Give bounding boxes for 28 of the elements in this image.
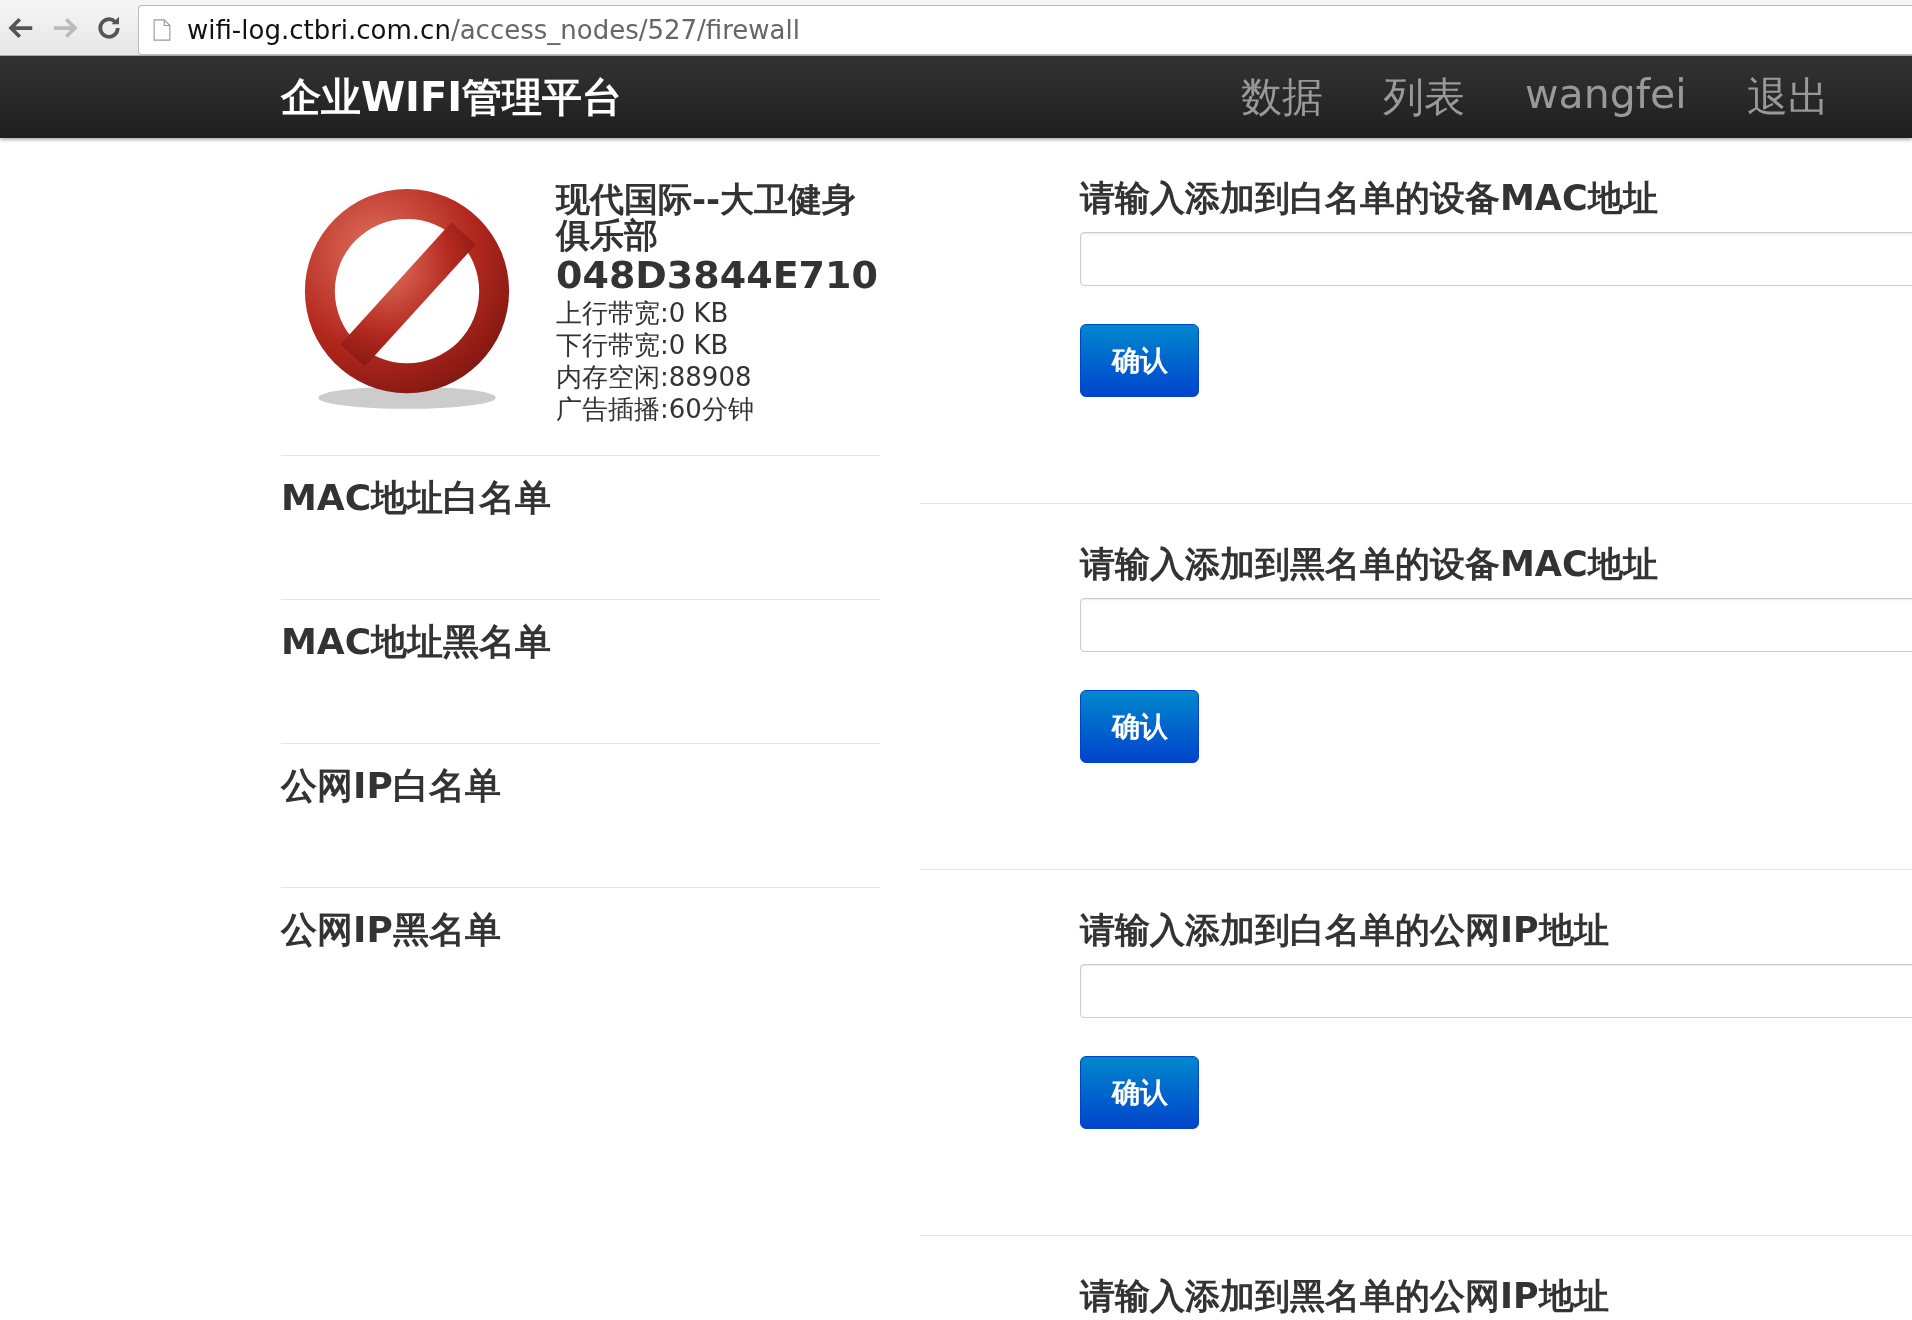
address-bar[interactable]: wifi-log.ctbri.com.cn/access_nodes/527/firewall [138, 4, 1912, 55]
field-label: 请输入添加到白名单的公网IP地址 [1080, 909, 1609, 952]
field-label: 请输入添加到黑名单的设备MAC地址 [1080, 543, 1658, 586]
stat-line: 广告插播:60分钟 [556, 393, 755, 425]
input-field[interactable] [1080, 598, 1912, 652]
sidebar-item[interactable]: 公网IP黑名单 [281, 906, 501, 955]
input-field[interactable] [1080, 232, 1912, 286]
confirm-button[interactable]: 确认 [1080, 1056, 1199, 1129]
node-name: 现代国际--大卫健身俱乐部 [556, 181, 858, 253]
nav-link[interactable]: 列表 [1383, 69, 1465, 125]
sidebar-item[interactable]: MAC地址黑名单 [281, 618, 552, 667]
nav-link[interactable]: 退出 [1746, 69, 1829, 125]
nav-link[interactable]: wangfei [1525, 69, 1687, 125]
brand-title[interactable]: 企业WIFI管理平台 [281, 69, 623, 125]
stat-line: 内存空闲:88908 [556, 361, 753, 393]
stat-line: 上行带宽:0 KB [556, 297, 730, 329]
url-text: wifi-log.ctbri.com.cn/access_nodes/527/firewall [187, 14, 800, 45]
field-label: 请输入添加到白名单的设备MAC地址 [1080, 177, 1658, 220]
input-field[interactable] [1080, 964, 1912, 1018]
page-icon [153, 17, 171, 42]
stat-line: 下行带宽:0 KB [556, 329, 730, 361]
node-id: 048D3844E710 [556, 253, 878, 297]
sidebar-item[interactable]: 公网IP白名单 [281, 762, 501, 811]
nav-link[interactable]: 数据 [1241, 69, 1323, 125]
confirm-button[interactable]: 确认 [1080, 324, 1199, 397]
sidebar-item[interactable]: MAC地址白名单 [281, 474, 552, 523]
confirm-button[interactable]: 确认 [1080, 690, 1199, 763]
field-label: 请输入添加到黑名单的公网IP地址 [1080, 1275, 1609, 1318]
